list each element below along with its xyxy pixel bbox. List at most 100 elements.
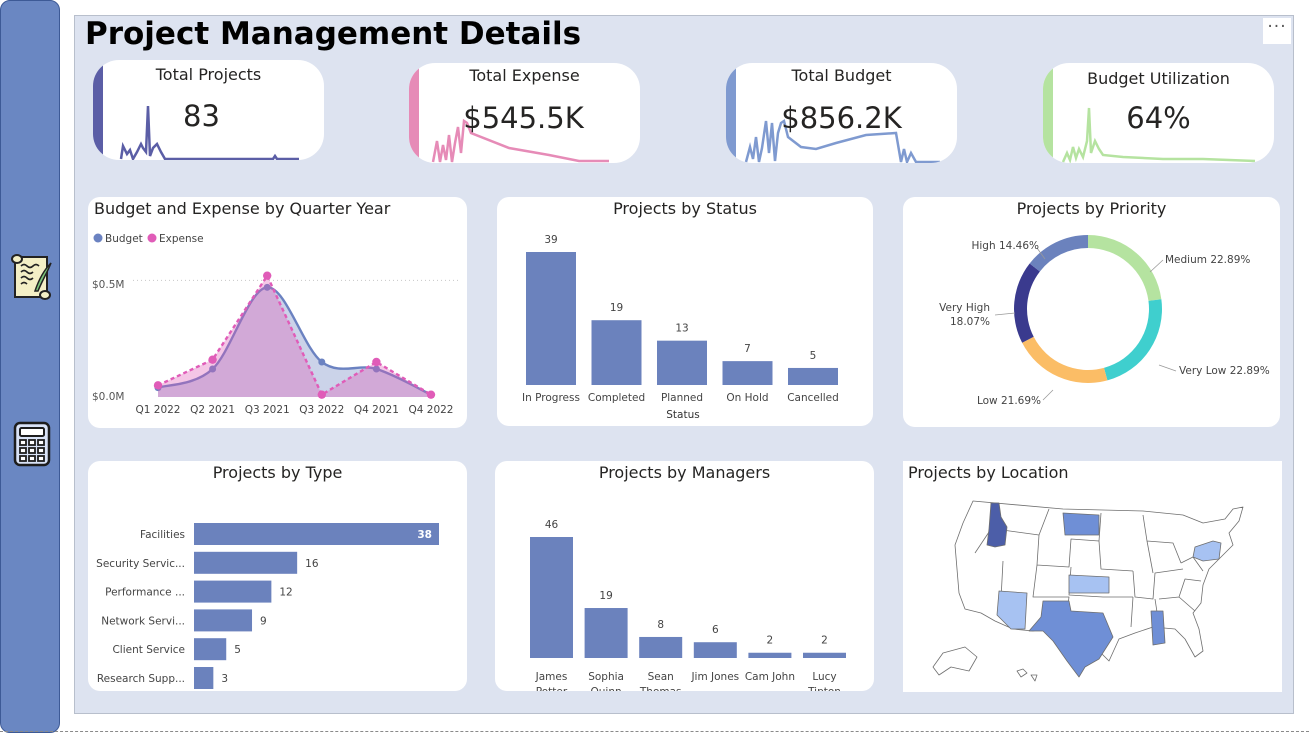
y-tick-label: Research Supp... bbox=[97, 673, 185, 685]
donut-slice bbox=[1022, 336, 1108, 383]
donut-slice bbox=[1103, 299, 1162, 381]
nav-rail bbox=[0, 0, 60, 733]
x-tick-label: Q3 2022 bbox=[299, 404, 344, 416]
location-card[interactable]: Projects by Location bbox=[903, 461, 1282, 692]
data-label: 39 bbox=[544, 234, 557, 246]
type-bar bbox=[194, 638, 227, 661]
kpi-value: $856.2K bbox=[781, 101, 902, 135]
kpi-label: Total Budget bbox=[791, 66, 892, 85]
type-bar bbox=[194, 609, 253, 632]
leader-line bbox=[1042, 389, 1054, 401]
chart-title: Projects by Priority bbox=[1016, 199, 1167, 218]
y-tick-label: Performance ... bbox=[105, 587, 185, 599]
point-budget bbox=[318, 358, 326, 366]
chart-title: Projects by Type bbox=[212, 463, 343, 482]
data-label: 9 bbox=[260, 615, 267, 627]
kpi-total-projects[interactable]: Total Projects 83 bbox=[93, 60, 324, 160]
x-tick-label: Sophia bbox=[588, 671, 624, 683]
x-tick-label: Q2 2021 bbox=[190, 404, 235, 416]
data-label: 8 bbox=[657, 619, 664, 631]
leader-line bbox=[1149, 259, 1164, 273]
data-label: 2 bbox=[767, 635, 774, 647]
data-label: 5 bbox=[234, 644, 241, 656]
state-kansas bbox=[1068, 574, 1110, 594]
kpi-value: 83 bbox=[183, 99, 220, 133]
x-tick-label: Q4 2022 bbox=[408, 404, 453, 416]
donut-slice bbox=[1014, 263, 1040, 343]
x-tick-label: Planned bbox=[661, 392, 703, 404]
chart-title: Projects by Location bbox=[908, 463, 1069, 482]
priority-donut-chart: Medium 22.89% Very Low 22.89% Low 21.69% Ve… bbox=[939, 235, 1270, 407]
kpi-total-expense[interactable]: Total Expense $545.5K bbox=[409, 63, 640, 163]
scroll-quill-icon[interactable] bbox=[9, 251, 55, 303]
manager-bar bbox=[803, 652, 846, 658]
status-bar bbox=[526, 252, 576, 385]
type-bar bbox=[194, 523, 439, 545]
x-tick-label: Q3 2021 bbox=[245, 404, 290, 416]
chart-title: Projects by Managers bbox=[598, 463, 771, 482]
kpi-total-budget[interactable]: Total Budget $856.2K bbox=[726, 63, 957, 163]
kpi-budget-utilization[interactable]: Budget Utilization 64% bbox=[1043, 63, 1274, 163]
us-map[interactable] bbox=[903, 461, 1282, 692]
y-tick-label: $0.5M bbox=[92, 279, 124, 291]
x-tick-label: Q4 2021 bbox=[354, 404, 399, 416]
page-title: Project Management Details bbox=[85, 16, 582, 52]
x-tick-label: Cam John bbox=[745, 671, 795, 683]
x-tick-label: On Hold bbox=[726, 392, 768, 404]
kpi-label: Total Projects bbox=[155, 65, 262, 84]
manager-bar bbox=[530, 537, 573, 658]
data-label: 13 bbox=[675, 323, 688, 335]
slice-label: Very Low 22.89% bbox=[1179, 365, 1270, 377]
point-expense bbox=[372, 357, 381, 367]
data-label: 2 bbox=[821, 635, 828, 647]
point-expense bbox=[263, 271, 272, 280]
calculator-icon[interactable] bbox=[9, 418, 55, 470]
status-card[interactable]: Projects by Status Status 39 In Progress 1… bbox=[497, 197, 873, 426]
hawaii bbox=[1016, 668, 1038, 682]
x-tick-label: Thomas bbox=[639, 686, 682, 691]
kpi-label: Budget Utilization bbox=[1087, 69, 1230, 88]
y-tick-label: Facilities bbox=[140, 529, 185, 541]
data-label: 19 bbox=[599, 590, 612, 602]
x-tick-label: Potter bbox=[536, 686, 568, 691]
data-label: 46 bbox=[545, 519, 559, 531]
status-bar bbox=[657, 340, 707, 385]
manager-bar bbox=[693, 642, 737, 658]
x-tick-label: Sean bbox=[648, 671, 674, 683]
data-label: 3 bbox=[221, 673, 228, 685]
donut-slice bbox=[1088, 235, 1162, 301]
status-bar bbox=[788, 367, 838, 385]
x-tick-label: Tipton bbox=[807, 686, 841, 691]
status-chart: Status 39 In Progress 19 Completed 13 Planned… bbox=[522, 234, 839, 421]
leader-line bbox=[994, 312, 1016, 316]
kpi-label: Total Expense bbox=[469, 66, 580, 85]
slice-label: Very High bbox=[939, 302, 990, 314]
y-tick-label: Security Servic... bbox=[96, 558, 185, 570]
kpi-value: $545.5K bbox=[463, 101, 584, 135]
x-axis-title: Status bbox=[666, 409, 699, 421]
state-alabama bbox=[1150, 610, 1166, 646]
x-tick-label: Quinn bbox=[591, 686, 622, 691]
status-bar bbox=[591, 320, 642, 385]
legend-budget-marker bbox=[93, 233, 103, 243]
managers-card[interactable]: Projects by Managers 46 James Potter 19 Soph… bbox=[495, 461, 874, 691]
data-label: 19 bbox=[610, 302, 623, 314]
budget-expense-chart: Budget Expense $0.5M $0.0M Q1 2022 Q2 202… bbox=[92, 233, 458, 416]
data-label: 5 bbox=[810, 350, 817, 362]
legend-budget-label: Budget bbox=[105, 233, 143, 245]
type-card[interactable]: Projects by Type Facilities 38 Security Se… bbox=[88, 461, 467, 691]
point-expense bbox=[153, 381, 163, 390]
type-bar bbox=[194, 551, 298, 574]
priority-card[interactable]: Projects by Priority Medium 22.89% Very L… bbox=[903, 197, 1280, 427]
x-tick-label: In Progress bbox=[522, 392, 580, 404]
report-canvas: Project Management Details ··· Total Pro… bbox=[74, 15, 1294, 714]
x-tick-label: Q1 2022 bbox=[135, 404, 180, 416]
type-bar bbox=[194, 667, 214, 689]
data-label: 16 bbox=[305, 558, 319, 570]
page-bottom-border bbox=[0, 731, 1309, 732]
status-bar bbox=[722, 361, 773, 385]
legend-expense-marker bbox=[147, 233, 157, 243]
budget-expense-card[interactable]: Budget and Expense by Quarter Year Budge… bbox=[88, 197, 467, 428]
more-options-button[interactable]: ··· bbox=[1263, 18, 1291, 44]
kpi-value: 64% bbox=[1126, 101, 1191, 135]
